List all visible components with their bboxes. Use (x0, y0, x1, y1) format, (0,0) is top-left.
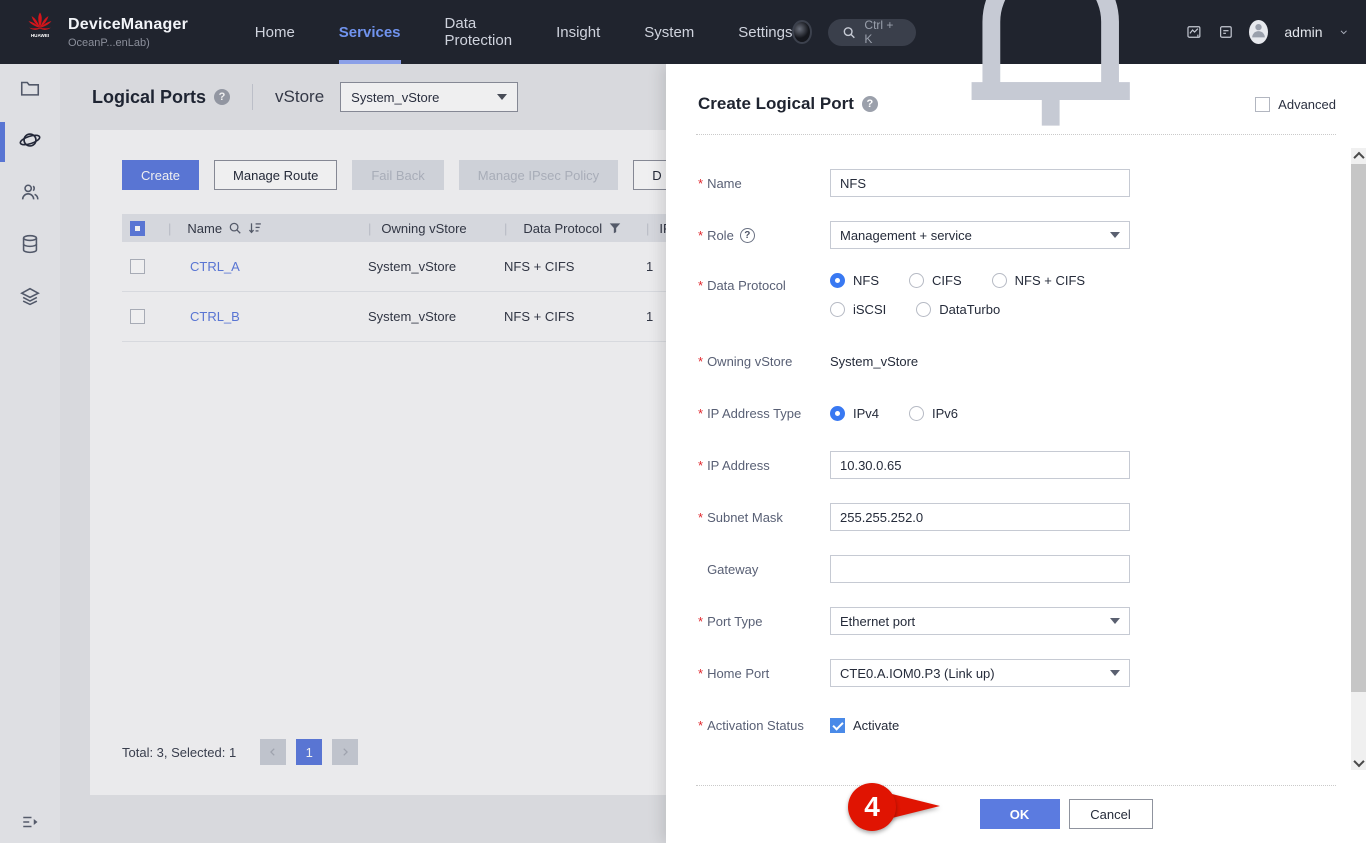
radio-dot-icon (909, 273, 924, 288)
brand: HUAWEI DeviceManager OceanP...enLab) (0, 12, 211, 52)
nav-system[interactable]: System (644, 0, 694, 64)
nav-home[interactable]: Home (255, 0, 295, 64)
modal-overlay (0, 64, 666, 843)
divider (696, 785, 1336, 786)
device-name: OceanP...enLab) (68, 37, 188, 49)
radio-dot-icon (992, 273, 1007, 288)
radio-nfs[interactable]: NFS (830, 273, 879, 288)
port-type-label: Port Type (707, 614, 762, 629)
name-input[interactable] (830, 169, 1130, 197)
search-icon (842, 25, 856, 40)
home-port-select[interactable]: CTE0.A.IOM0.P3 (Link up) (830, 659, 1130, 687)
search-shortcut: Ctrl + K (864, 18, 902, 46)
create-logical-port-dialog: Create Logical Port Advanced *Name *Role… (666, 64, 1366, 843)
ip-address-input[interactable] (830, 451, 1130, 479)
data-protocol-radio-group: NFS CIFS NFS + CIFS iSCSI DataTurbo (830, 273, 1160, 317)
ip-address-label: IP Address (707, 458, 770, 473)
gateway-input[interactable] (830, 555, 1130, 583)
ok-button[interactable]: OK (980, 799, 1060, 829)
owning-vstore-value: System_vStore (830, 354, 918, 369)
ip-type-radio-group: IPv4 IPv6 (830, 406, 958, 421)
data-protocol-label: Data Protocol (707, 278, 786, 293)
radio-dot-icon (830, 273, 845, 288)
scroll-down-button[interactable] (1351, 755, 1366, 770)
radio-ipv6[interactable]: IPv6 (909, 406, 958, 421)
role-help-icon[interactable] (740, 228, 755, 243)
global-search[interactable]: Ctrl + K (828, 19, 916, 46)
scrollbar-thumb[interactable] (1351, 164, 1366, 692)
user-avatar[interactable] (1249, 20, 1268, 44)
activate-label: Activate (853, 718, 899, 733)
notifications-button[interactable]: 2 (932, 0, 1169, 151)
radio-dot-icon (909, 406, 924, 421)
dialog-footer: OK Cancel (666, 785, 1366, 843)
app-title: DeviceManager (68, 16, 188, 34)
dialog-form: *Name *Role Management + service *Data P… (666, 135, 1366, 739)
role-label: Role (707, 228, 734, 243)
gateway-label: Gateway (707, 562, 758, 577)
screen: HUAWEI DeviceManager OceanP...enLab) Hom… (0, 0, 1366, 843)
ip-address-type-label: IP Address Type (707, 406, 801, 421)
radio-dot-icon (916, 302, 931, 317)
cancel-button[interactable]: Cancel (1069, 799, 1153, 829)
performance-alert-icon[interactable] (1186, 22, 1202, 42)
subnet-mask-label: Subnet Mask (707, 510, 783, 525)
dialog-scrollbar[interactable] (1351, 148, 1366, 770)
capacity-ball-icon[interactable] (792, 20, 812, 44)
username-label[interactable]: admin (1284, 24, 1322, 40)
nav-settings[interactable]: Settings (738, 0, 792, 64)
home-port-label: Home Port (707, 666, 769, 681)
activate-checkbox[interactable] (830, 718, 845, 733)
radio-dot-icon (830, 406, 845, 421)
activation-status-label: Activation Status (707, 718, 804, 733)
huawei-logo-icon: HUAWEI (22, 12, 58, 52)
port-type-select[interactable]: Ethernet port (830, 607, 1130, 635)
radio-dataturbo[interactable]: DataTurbo (916, 302, 1000, 317)
select-caret-icon (1110, 232, 1120, 238)
radio-nfs-cifs[interactable]: NFS + CIFS (992, 273, 1085, 288)
svg-text:HUAWEI: HUAWEI (31, 33, 49, 38)
top-navbar: HUAWEI DeviceManager OceanP...enLab) Hom… (0, 0, 1366, 64)
subnet-mask-input[interactable] (830, 503, 1130, 531)
radio-ipv4[interactable]: IPv4 (830, 406, 879, 421)
user-menu-chevron-icon[interactable] (1339, 26, 1349, 38)
role-select[interactable]: Management + service (830, 221, 1130, 249)
select-caret-icon (1110, 670, 1120, 676)
main-menu: Home Services Data Protection Insight Sy… (255, 0, 793, 64)
radio-iscsi[interactable]: iSCSI (830, 302, 886, 317)
task-list-icon[interactable] (1218, 22, 1234, 42)
radio-cifs[interactable]: CIFS (909, 273, 962, 288)
radio-dot-icon (830, 302, 845, 317)
nav-insight[interactable]: Insight (556, 0, 600, 64)
nav-services[interactable]: Services (339, 0, 401, 64)
bell-icon (932, 0, 1169, 151)
name-label: Name (707, 176, 742, 191)
select-caret-icon (1110, 618, 1120, 624)
activate-checkbox-wrap[interactable]: Activate (830, 718, 899, 733)
owning-vstore-label: Owning vStore (707, 354, 792, 369)
nav-data-protection[interactable]: Data Protection (445, 0, 513, 64)
